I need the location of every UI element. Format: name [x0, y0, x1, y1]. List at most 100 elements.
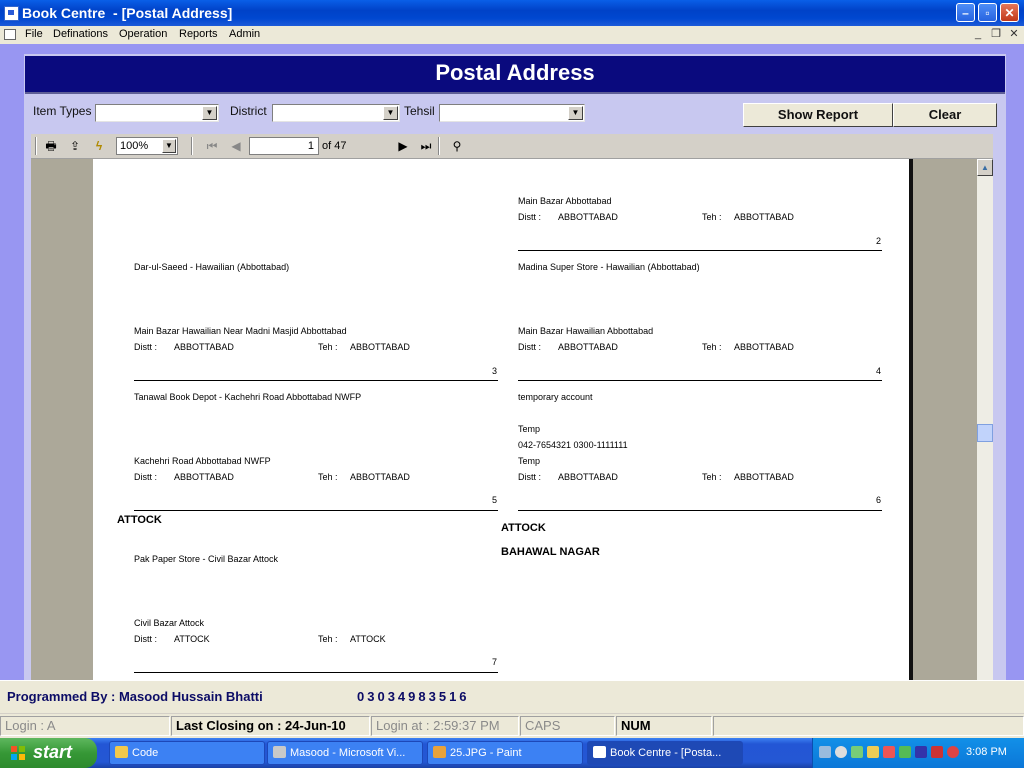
report-page: Main Bazar Abbottabad Distt : ABBOTTABAD…: [93, 159, 913, 680]
windows-flag-icon: [11, 746, 25, 760]
tray-alert-icon[interactable]: [883, 746, 895, 758]
entry-number: 5: [491, 495, 497, 505]
entry-number: 4: [875, 366, 881, 376]
taskbar: start Code Masood - Microsoft Vi... 25.J…: [0, 738, 1024, 768]
entry-address: Kachehri Road Abbottabad NWFP: [134, 456, 271, 466]
teh-label: Teh :: [702, 342, 722, 352]
teh-value: ABBOTTABAD: [350, 472, 410, 482]
teh-label: Teh :: [318, 472, 338, 482]
menu-file[interactable]: File: [25, 28, 43, 40]
task-visual-basic[interactable]: Masood - Microsoft Vi...: [267, 741, 423, 765]
task-label: 25.JPG - Paint: [450, 747, 522, 759]
distt-value: ABBOTTABAD: [174, 342, 234, 352]
teh-label: Teh :: [702, 472, 722, 482]
child-restore-icon[interactable]: ❐: [989, 27, 1003, 41]
entry-phone: 042-7654321 0300-1111111: [518, 440, 628, 450]
page-number-input[interactable]: 1: [249, 137, 319, 155]
entry-number: 7: [491, 657, 497, 667]
folder-icon: [115, 746, 128, 758]
close-button[interactable]: ✕: [1000, 3, 1019, 22]
clock[interactable]: 3:08 PM: [966, 746, 1007, 758]
teh-value: ABBOTTABAD: [734, 342, 794, 352]
form-header: Postal Address: [25, 56, 1005, 94]
scroll-up-icon[interactable]: ▲: [977, 159, 993, 176]
teh-value: ABBOTTABAD: [734, 472, 794, 482]
distt-value: ABBOTTABAD: [174, 472, 234, 482]
tray-app-icon[interactable]: [851, 746, 863, 758]
last-page-icon[interactable]: ⏭: [418, 138, 434, 154]
tray-security-icon[interactable]: [931, 746, 943, 758]
menu-reports[interactable]: Reports: [179, 28, 218, 40]
filter-bar: Item Types ▼ District ▼ Tehsil ▼ Show Re…: [25, 94, 1005, 134]
tray-monitor-icon[interactable]: [899, 746, 911, 758]
distt-label: Distt :: [134, 634, 158, 644]
entry-address: Main Bazar Hawailian Near Madni Masjid A…: [134, 326, 347, 336]
chevron-down-icon[interactable]: ▼: [383, 106, 398, 120]
entry-name: Madina Super Store - Hawailian (Abbottab…: [518, 262, 700, 272]
mdi-child-icon[interactable]: [4, 29, 16, 40]
tray-pencil-icon[interactable]: [867, 746, 879, 758]
district-label: District: [230, 104, 267, 118]
entry-address: Civil Bazar Attock: [134, 618, 205, 628]
previous-page-icon[interactable]: ◀: [228, 138, 244, 154]
minimize-button[interactable]: –: [956, 3, 975, 22]
item-types-combo[interactable]: ▼: [95, 104, 219, 122]
menu-bar: File Definations Operation Reports Admin…: [0, 26, 1024, 45]
start-button[interactable]: start: [0, 738, 97, 768]
teh-value: ABBOTTABAD: [350, 342, 410, 352]
menu-definations[interactable]: Definations: [53, 28, 108, 40]
entry-divider: [134, 510, 498, 511]
zoom-combo[interactable]: 100% ▼: [116, 137, 178, 155]
toolbar-separator: [191, 137, 193, 155]
scroll-thumb[interactable]: [977, 424, 993, 442]
task-label: Code: [132, 747, 159, 759]
app-icon[interactable]: [4, 6, 19, 21]
chevron-down-icon[interactable]: ▼: [202, 106, 217, 120]
task-code[interactable]: Code: [109, 741, 265, 765]
status-caps: CAPS: [520, 716, 615, 736]
report-vertical-scrollbar[interactable]: ▲: [977, 159, 993, 680]
show-report-button[interactable]: Show Report: [743, 103, 893, 127]
entry-address: Main Bazar Hawailian Abbottabad: [518, 326, 654, 336]
refresh-icon[interactable]: ϟ: [91, 138, 107, 154]
search-icon[interactable]: ⚲: [449, 138, 465, 154]
title-bar[interactable]: Book Centre - [Postal Address] – ▫ ✕: [0, 0, 1024, 26]
maximize-button[interactable]: ▫: [978, 3, 997, 22]
report-canvas[interactable]: Main Bazar Abbottabad Distt : ABBOTTABAD…: [31, 159, 977, 680]
tehsil-combo[interactable]: ▼: [439, 104, 585, 122]
distt-value: ABBOTTABAD: [558, 342, 618, 352]
entry-name: Dar-ul-Saeed - Hawailian (Abbottabad): [134, 262, 290, 272]
next-page-icon[interactable]: ▶: [395, 138, 411, 154]
tray-antivirus-icon[interactable]: [947, 746, 959, 758]
district-combo[interactable]: ▼: [272, 104, 400, 122]
child-close-icon[interactable]: ✕: [1007, 27, 1021, 41]
teh-label: Teh :: [702, 212, 722, 222]
child-minimize-icon[interactable]: _: [971, 27, 985, 41]
entry-address: Main Bazar Abbottabad: [518, 196, 612, 206]
menu-admin[interactable]: Admin: [229, 28, 260, 40]
tray-display-icon[interactable]: [915, 746, 927, 758]
start-label: start: [33, 742, 73, 762]
zoom-value: 100%: [120, 140, 149, 152]
task-paint[interactable]: 25.JPG - Paint: [427, 741, 583, 765]
first-page-icon[interactable]: ⏮: [204, 138, 220, 154]
entry-name: Pak Paper Store - Civil Bazar Attock: [134, 554, 279, 564]
chevron-down-icon[interactable]: ▼: [568, 106, 583, 120]
distt-label: Distt :: [134, 472, 158, 482]
clear-button[interactable]: Clear: [893, 103, 997, 127]
entry-number: 2: [875, 236, 881, 246]
distt-label: Distt :: [518, 342, 542, 352]
volume-icon[interactable]: [835, 746, 847, 758]
network-icon[interactable]: [819, 746, 831, 758]
programmer-phone: 03034983516: [357, 689, 470, 704]
print-icon[interactable]: 🖶: [43, 138, 59, 154]
status-num: NUM: [616, 716, 712, 736]
report-viewer-toolbar: 🖶 ⇪ ϟ 100% ▼ ⏮ ◀ 1 of 47 ▶ ⏭ ⚲: [31, 134, 993, 159]
status-last-closing: Last Closing on : 24-Jun-10: [171, 716, 370, 736]
chevron-down-icon[interactable]: ▼: [162, 139, 176, 153]
menu-operation[interactable]: Operation: [119, 28, 167, 40]
entry-divider: [518, 250, 882, 251]
page-title: Postal Address: [435, 60, 595, 85]
task-book-centre[interactable]: Book Centre - [Posta...: [587, 741, 743, 765]
export-icon[interactable]: ⇪: [67, 138, 83, 154]
